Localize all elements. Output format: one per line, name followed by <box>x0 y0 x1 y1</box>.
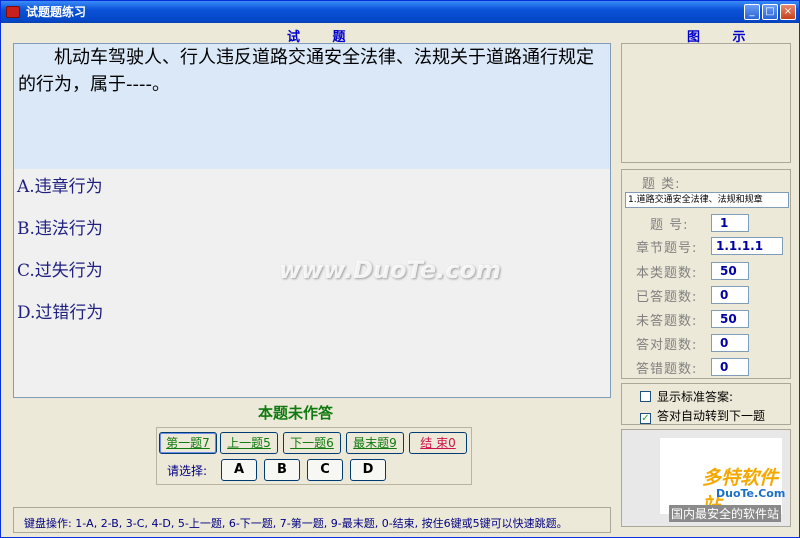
checkbox-checked-icon[interactable]: ✓ <box>640 413 651 424</box>
logo-subtext: DuoTe.Com <box>716 487 786 500</box>
end-button[interactable]: 结 束0 <box>409 432 467 454</box>
info-label: 已答题数: <box>636 290 698 305</box>
category-label: 题 类: <box>642 177 681 192</box>
info-value: 0 <box>711 286 749 304</box>
last-question-button[interactable]: 最末题9 <box>346 432 404 454</box>
info-label: 答错题数: <box>636 362 698 377</box>
options-box: 显示标准答案: ✓ 答对自动转到下一题 <box>621 383 791 425</box>
window-title: 试题题练习 <box>26 5 87 19</box>
info-row-correct: 答对题数: 0 <box>622 334 792 354</box>
question-stem: 机动车驾驶人、行人违反道路交通安全法律、法规关于道路通行规定的行为，属于----… <box>14 44 610 169</box>
category-value: 1.道路交通安全法律、法规和规章 <box>625 192 789 208</box>
logo-footer: 国内最安全的软件站 <box>669 505 782 522</box>
keyboard-hint: 键盘操作: 1-A, 2-B, 3-C, 4-D, 5-上一题, 6-下一题, … <box>24 517 568 530</box>
info-label: 本类题数: <box>636 266 698 281</box>
prev-question-button[interactable]: 上一题5 <box>220 432 278 454</box>
next-question-button[interactable]: 下一题6 <box>283 432 341 454</box>
answer-c-button[interactable]: C <box>307 459 343 481</box>
option-a[interactable]: A.违章行为 <box>17 172 103 197</box>
info-row-total: 本类题数: 50 <box>622 262 792 282</box>
answer-b-button[interactable]: B <box>264 459 300 481</box>
answer-d-button[interactable]: D <box>350 459 386 481</box>
info-row-unanswered: 未答题数: 50 <box>622 310 792 330</box>
info-label: 答对题数: <box>636 338 698 353</box>
title-bar[interactable]: 试题题练习 _ □ × <box>1 1 799 23</box>
show-answer-label: 显示标准答案: <box>657 390 734 404</box>
maximize-button[interactable]: □ <box>762 4 778 20</box>
app-window: 试题题练习 _ □ × 试 题 图 示 机动车驾驶人、行人违反道路交通安全法律、… <box>0 0 800 538</box>
answer-a-button[interactable]: A <box>221 459 257 481</box>
question-text: 机动车驾驶人、行人违反道路交通安全法律、法规关于道路通行规定的行为，属于----… <box>18 47 594 95</box>
info-value: 50 <box>711 262 749 280</box>
info-box: 题 类: 1.道路交通安全法律、法规和规章 题 号: 1 章节题号: 1.1.1… <box>621 169 791 379</box>
checkbox-unchecked-icon[interactable] <box>640 391 651 402</box>
question-panel: 机动车驾驶人、行人违反道路交通安全法律、法规关于道路通行规定的行为，属于----… <box>13 43 611 398</box>
info-row-wrong: 答错题数: 0 <box>622 358 792 378</box>
info-label: 未答题数: <box>636 314 698 329</box>
info-value: 0 <box>711 358 749 376</box>
answer-status: 本题未作答 <box>258 404 334 422</box>
option-b[interactable]: B.违法行为 <box>17 214 103 239</box>
choose-label: 请选择: <box>167 464 208 478</box>
info-row-answered: 已答题数: 0 <box>622 286 792 306</box>
info-row-chapter-no: 章节题号: 1.1.1.1 <box>622 237 792 257</box>
minimize-button[interactable]: _ <box>744 4 760 20</box>
info-label: 题 号: <box>650 218 689 233</box>
info-label: 章节题号: <box>636 241 698 256</box>
show-answer-checkbox[interactable]: 显示标准答案: <box>640 388 733 405</box>
hint-bar: 键盘操作: 1-A, 2-B, 3-C, 4-D, 5-上一题, 6-下一题, … <box>13 507 611 533</box>
info-row-question-no: 题 号: 1 <box>622 214 792 234</box>
option-d[interactable]: D.过错行为 <box>17 298 103 323</box>
first-question-button[interactable]: 第一题7 <box>159 432 217 454</box>
auto-next-checkbox[interactable]: ✓ 答对自动转到下一题 <box>640 407 765 424</box>
auto-next-label: 答对自动转到下一题 <box>657 409 766 423</box>
info-value: 1.1.1.1 <box>711 237 783 255</box>
app-icon <box>6 6 20 18</box>
watermark: www.DuoTe.com <box>279 256 501 284</box>
figure-box <box>621 43 791 163</box>
info-value: 0 <box>711 334 749 352</box>
info-value: 50 <box>711 310 749 328</box>
option-c[interactable]: C.过失行为 <box>17 256 103 281</box>
info-value: 1 <box>711 214 749 232</box>
close-button[interactable]: × <box>780 4 796 20</box>
